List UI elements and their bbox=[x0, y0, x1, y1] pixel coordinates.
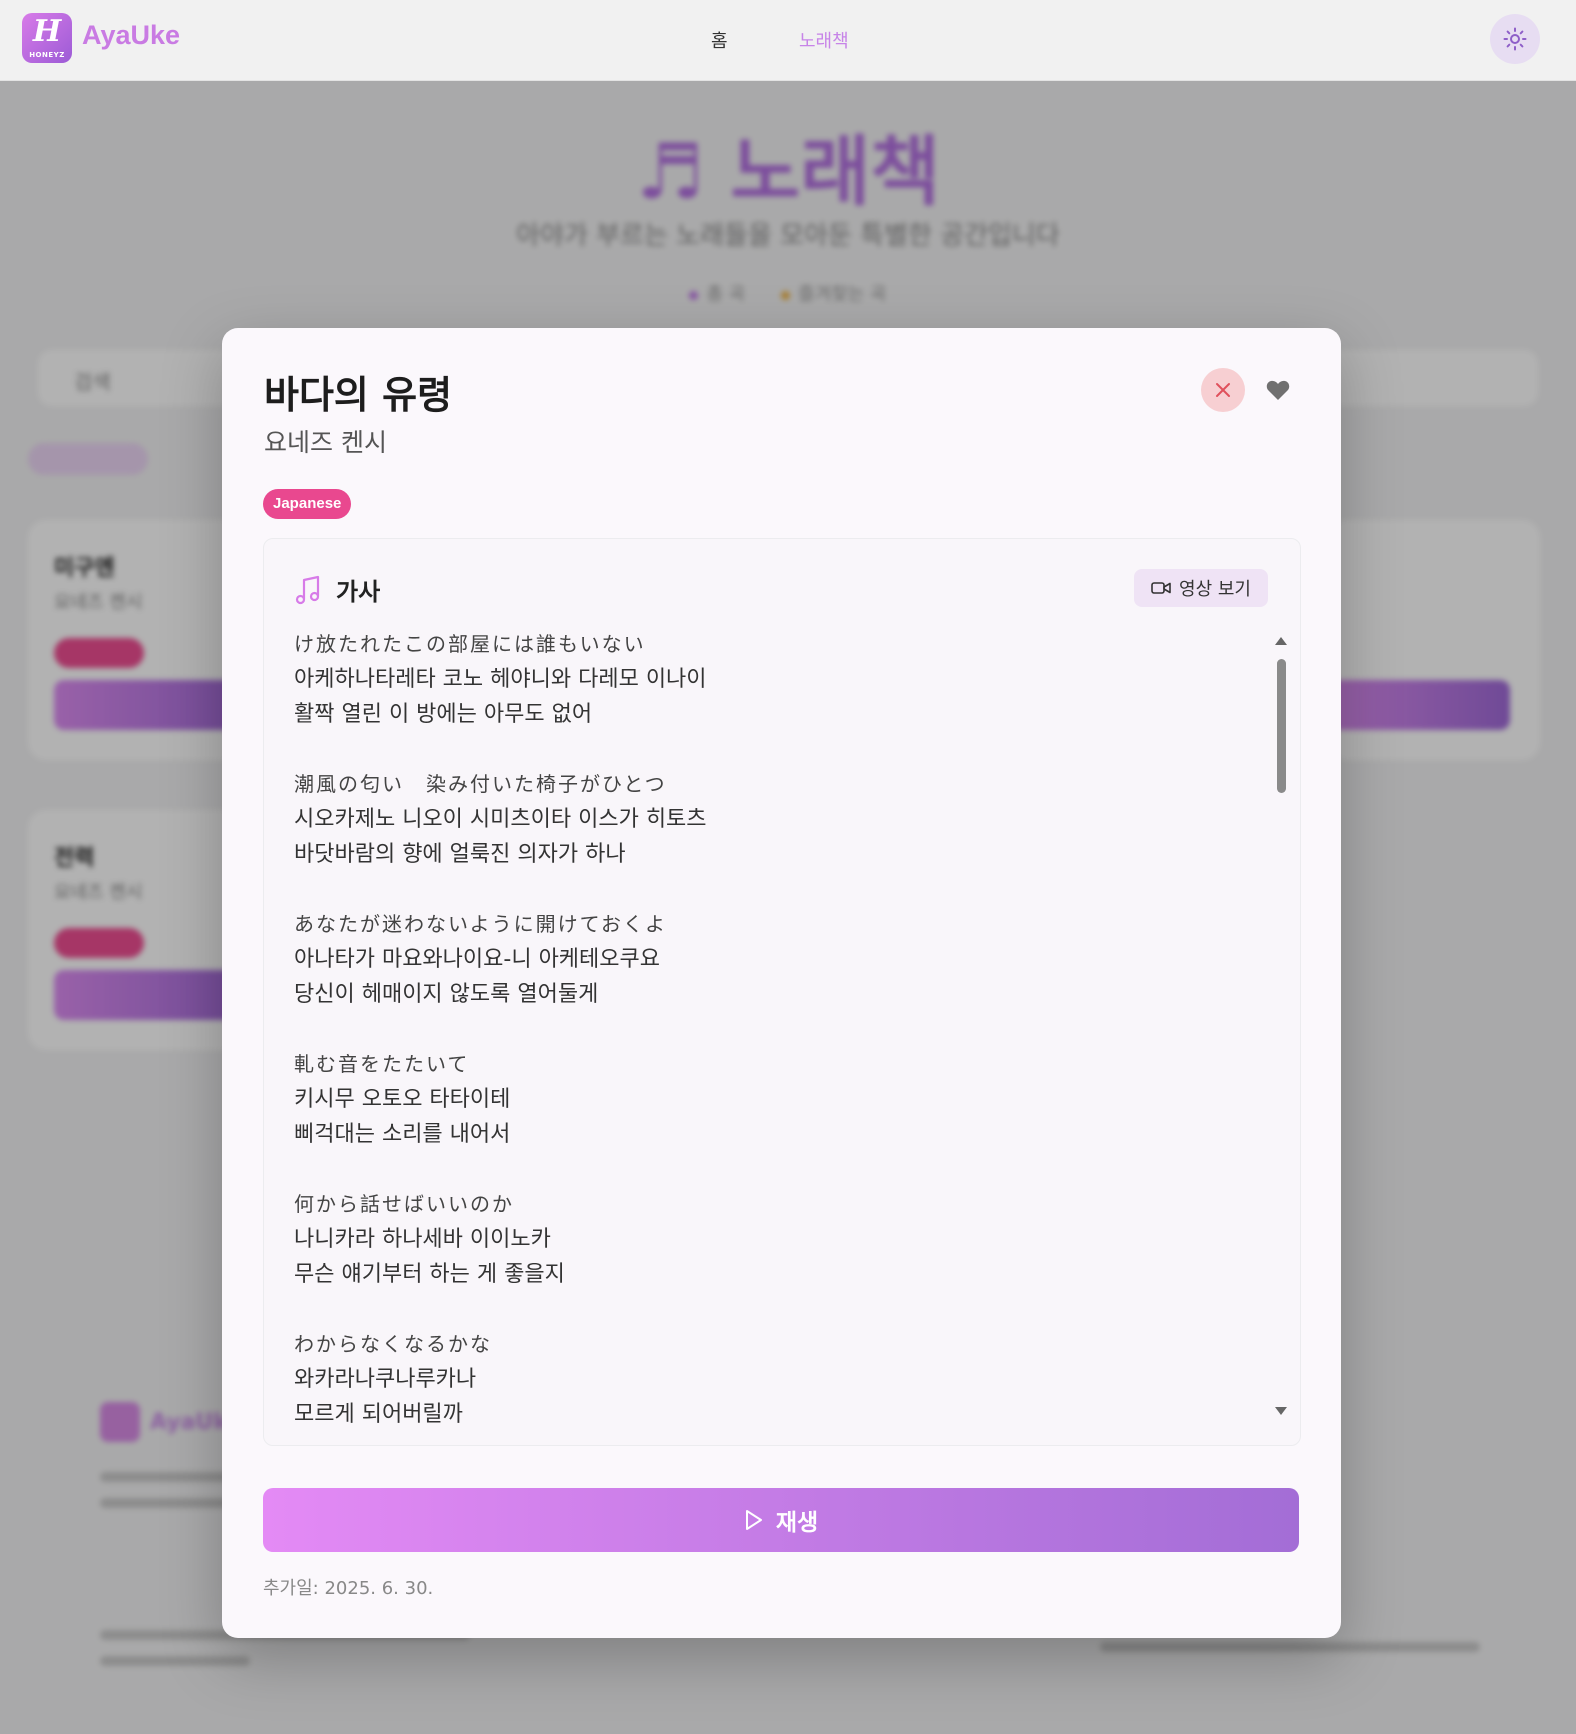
lyric-line: 아나타가 마요와나이요-니 아케테오쿠요 bbox=[294, 947, 661, 972]
lyric-line: 軋む音をたたいて bbox=[294, 1052, 470, 1076]
top-navbar: H HONEYZ AyaUke 홈 노래책 bbox=[0, 0, 1576, 81]
lyrics-panel: 가사 영상 보기 け放たれたこの部屋には誰もいない 아케하나타레타 코노 헤야니… bbox=[263, 538, 1301, 1446]
lyrics-heading: 가사 bbox=[336, 578, 381, 606]
lyric-line: 와카라나쿠나루카나 bbox=[294, 1367, 477, 1392]
song-detail-modal: 바다의 유령 요네즈 켄시 Japanese 가사 영상 보기 け放たれたこの部… bbox=[222, 328, 1341, 1638]
theme-toggle-button[interactable] bbox=[1490, 14, 1540, 64]
lyric-line: あなたが迷わないように開けておくよ bbox=[294, 912, 667, 936]
lyric-line: 활짝 열린 이 방에는 아무도 없어 bbox=[294, 702, 593, 727]
sun-icon bbox=[1503, 27, 1527, 51]
close-icon bbox=[1216, 383, 1230, 397]
lyric-line bbox=[294, 1292, 1234, 1327]
close-button[interactable] bbox=[1201, 368, 1245, 412]
song-title: 바다의 유령 bbox=[264, 373, 453, 417]
heart-icon bbox=[1266, 380, 1290, 400]
lyric-line: 何から話せばいいのか bbox=[294, 1192, 514, 1216]
play-button[interactable]: 재생 bbox=[263, 1488, 1299, 1552]
lyric-line bbox=[294, 732, 1234, 767]
language-tag: Japanese bbox=[263, 489, 352, 519]
lyric-line: 아케하나타레타 코노 헤야니와 다레모 이나이 bbox=[294, 667, 707, 692]
lyric-line: 삐걱대는 소리를 내어서 bbox=[294, 1122, 511, 1147]
song-artist: 요네즈 켄시 bbox=[264, 428, 387, 457]
lyric-line: 나니카라 하나세바 이이노카 bbox=[294, 1227, 551, 1252]
lyrics-scrollbar[interactable] bbox=[1272, 631, 1290, 1421]
music-note-icon bbox=[295, 575, 320, 605]
logo-subtext: HONEYZ bbox=[29, 51, 65, 59]
logo-mark: H bbox=[32, 14, 62, 49]
lyric-line: 潮風の匂い 染み付いた椅子がひとつ bbox=[294, 772, 667, 796]
brand-name[interactable]: AyaUke bbox=[82, 20, 180, 51]
lyric-line bbox=[294, 872, 1234, 907]
lyrics-scroll-area[interactable]: け放たれたこの部屋には誰もいない 아케하나타레타 코노 헤야니와 다레모 이나이… bbox=[294, 627, 1234, 1427]
nav-link-songbook[interactable]: 노래책 bbox=[799, 27, 849, 53]
video-camera-icon bbox=[1151, 582, 1171, 594]
lyric-line bbox=[294, 1012, 1234, 1047]
lyric-line: 시오카제노 니오이 시미츠이타 이스가 히토츠 bbox=[294, 807, 707, 832]
scroll-down-arrow-icon[interactable] bbox=[1275, 1407, 1287, 1415]
added-date: 추가일: 2025. 6. 30. bbox=[263, 1578, 434, 1599]
scrollbar-thumb[interactable] bbox=[1277, 659, 1286, 793]
play-label: 재생 bbox=[775, 1510, 819, 1536]
scroll-up-arrow-icon[interactable] bbox=[1275, 637, 1287, 645]
lyric-line: わからなくなるかな bbox=[294, 1332, 492, 1356]
favorite-button[interactable] bbox=[1262, 374, 1294, 406]
lyric-line bbox=[294, 1152, 1234, 1187]
lyric-line: 무슨 얘기부터 하는 게 좋을지 bbox=[294, 1262, 565, 1287]
lyric-line: 모르게 되어버릴까 bbox=[294, 1402, 463, 1427]
lyric-line: け放たれたこの部屋には誰もいない bbox=[294, 632, 646, 656]
watch-video-button[interactable]: 영상 보기 bbox=[1134, 569, 1268, 607]
lyric-line: 바닷바람의 향에 얼룩진 의자가 하나 bbox=[294, 842, 626, 867]
lyric-line: 당신이 헤매이지 않도록 열어둘게 bbox=[294, 982, 599, 1007]
watch-video-label: 영상 보기 bbox=[1179, 579, 1251, 600]
play-icon bbox=[745, 1510, 762, 1530]
nav-link-home[interactable]: 홈 bbox=[711, 27, 728, 53]
lyric-line: 키시무 오토오 타타이테 bbox=[294, 1087, 511, 1112]
app-logo[interactable]: H HONEYZ bbox=[22, 13, 72, 63]
